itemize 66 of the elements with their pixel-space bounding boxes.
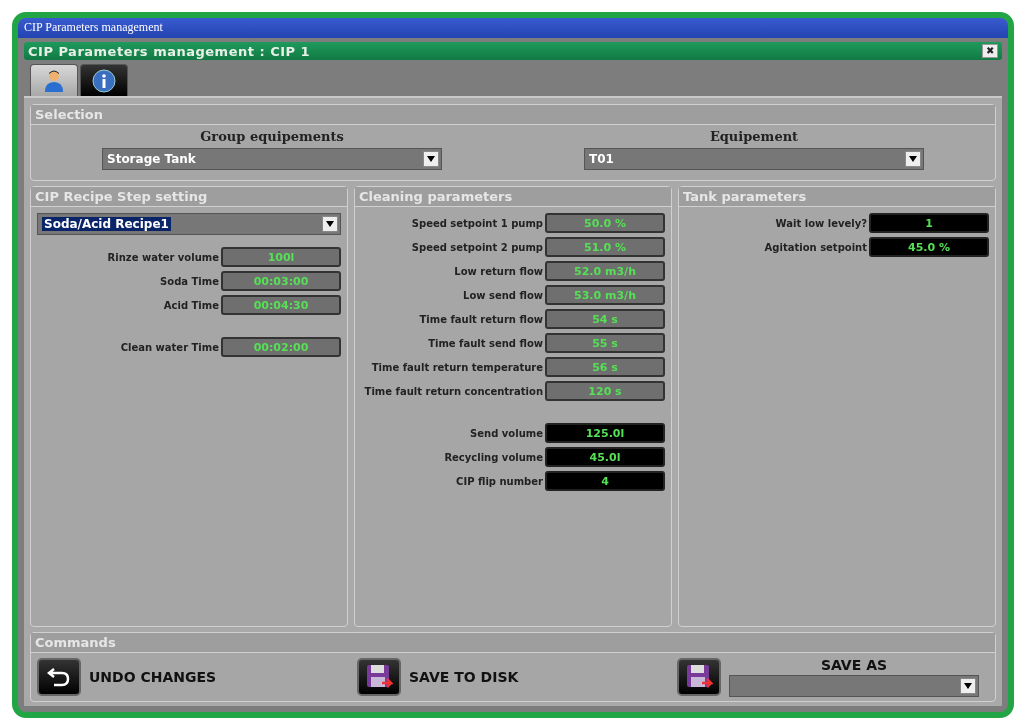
field-label: Time fault return flow xyxy=(419,313,543,325)
user-icon xyxy=(43,68,65,93)
value-field: 4 xyxy=(545,471,665,491)
value-field[interactable]: 50.0 % xyxy=(545,213,665,233)
value-field[interactable]: 54 s xyxy=(545,309,665,329)
dropdown[interactable]: Storage Tank xyxy=(102,148,442,170)
value-field[interactable]: 56 s xyxy=(545,357,665,377)
panel-title: CIP Recipe Step setting xyxy=(31,187,347,207)
field-label: Time fault return concentration xyxy=(364,385,543,397)
panel-title: Tank parameters xyxy=(679,187,995,207)
field-label: Speed setpoint 1 pump xyxy=(411,217,543,229)
value-field[interactable]: 100l xyxy=(221,247,341,267)
field-label: Send volume xyxy=(470,427,543,439)
field-label: Wait low levely? xyxy=(775,217,867,229)
tab[interactable] xyxy=(80,64,128,96)
field-label: Equipement xyxy=(709,129,799,144)
value-field[interactable]: 00:02:00 xyxy=(221,337,341,357)
field-label: Speed setpoint 2 pump xyxy=(411,241,543,253)
window-title: CIP Parameters management xyxy=(18,18,1008,38)
value-field[interactable]: 52.0 m3/h xyxy=(545,261,665,281)
caret-icon xyxy=(964,683,972,689)
field-label: Time fault return temperature xyxy=(371,361,543,373)
value-field[interactable]: 120 s xyxy=(545,381,665,401)
tab[interactable] xyxy=(30,64,78,96)
panel-title: Cleaning parameters xyxy=(355,187,671,207)
command-button[interactable] xyxy=(37,658,81,696)
field-label: Agitation setpoint xyxy=(764,241,867,253)
dropdown-arrow-button[interactable] xyxy=(905,151,921,167)
command-label: SAVE AS xyxy=(820,657,888,673)
info-icon xyxy=(92,68,116,93)
field-label: Clean water Time xyxy=(120,341,219,353)
value-field[interactable]: 00:03:00 xyxy=(221,271,341,291)
dropdown[interactable]: T01 xyxy=(584,148,924,170)
dropdown-arrow-button[interactable] xyxy=(960,678,976,694)
caret-icon xyxy=(427,156,435,162)
dialog-title: CIP Parameters management : CIP 1 xyxy=(28,43,311,59)
command-button[interactable] xyxy=(677,658,721,696)
field-label: Group equipements xyxy=(200,129,344,144)
field-label: Recycling volume xyxy=(444,451,543,463)
value-field[interactable]: 53.0 m3/h xyxy=(545,285,665,305)
command-label: UNDO CHANGES xyxy=(89,669,217,685)
close-button[interactable]: ✖ xyxy=(982,44,998,58)
command-button[interactable] xyxy=(357,658,401,696)
field-label: Low send flow xyxy=(463,289,543,301)
dropdown-arrow-button[interactable] xyxy=(322,216,338,232)
value-field[interactable]: 00:04:30 xyxy=(221,295,341,315)
field-label: Acid Time xyxy=(163,299,219,311)
field-label: Low return flow xyxy=(454,265,543,277)
caret-icon xyxy=(326,221,334,227)
value-field: 125.0l xyxy=(545,423,665,443)
field-label: CIP flip number xyxy=(456,475,543,487)
value-field: 1 xyxy=(869,213,989,233)
field-label: Soda Time xyxy=(160,275,219,287)
value-field: 45.0l xyxy=(545,447,665,467)
value-field[interactable]: 55 s xyxy=(545,333,665,353)
command-label: SAVE TO DISK xyxy=(409,669,519,685)
panel-title: Selection xyxy=(31,105,995,125)
field-label: Rinze water volume xyxy=(107,251,219,263)
value-field: 45.0 % xyxy=(869,237,989,257)
value-field[interactable]: 51.0 % xyxy=(545,237,665,257)
caret-icon xyxy=(909,156,917,162)
dropdown[interactable]: Soda/Acid Recipe1 xyxy=(37,213,341,235)
field-label: Time fault send flow xyxy=(428,337,543,349)
dropdown[interactable] xyxy=(729,675,979,697)
dropdown-arrow-button[interactable] xyxy=(423,151,439,167)
panel-title: Commands xyxy=(31,633,995,653)
